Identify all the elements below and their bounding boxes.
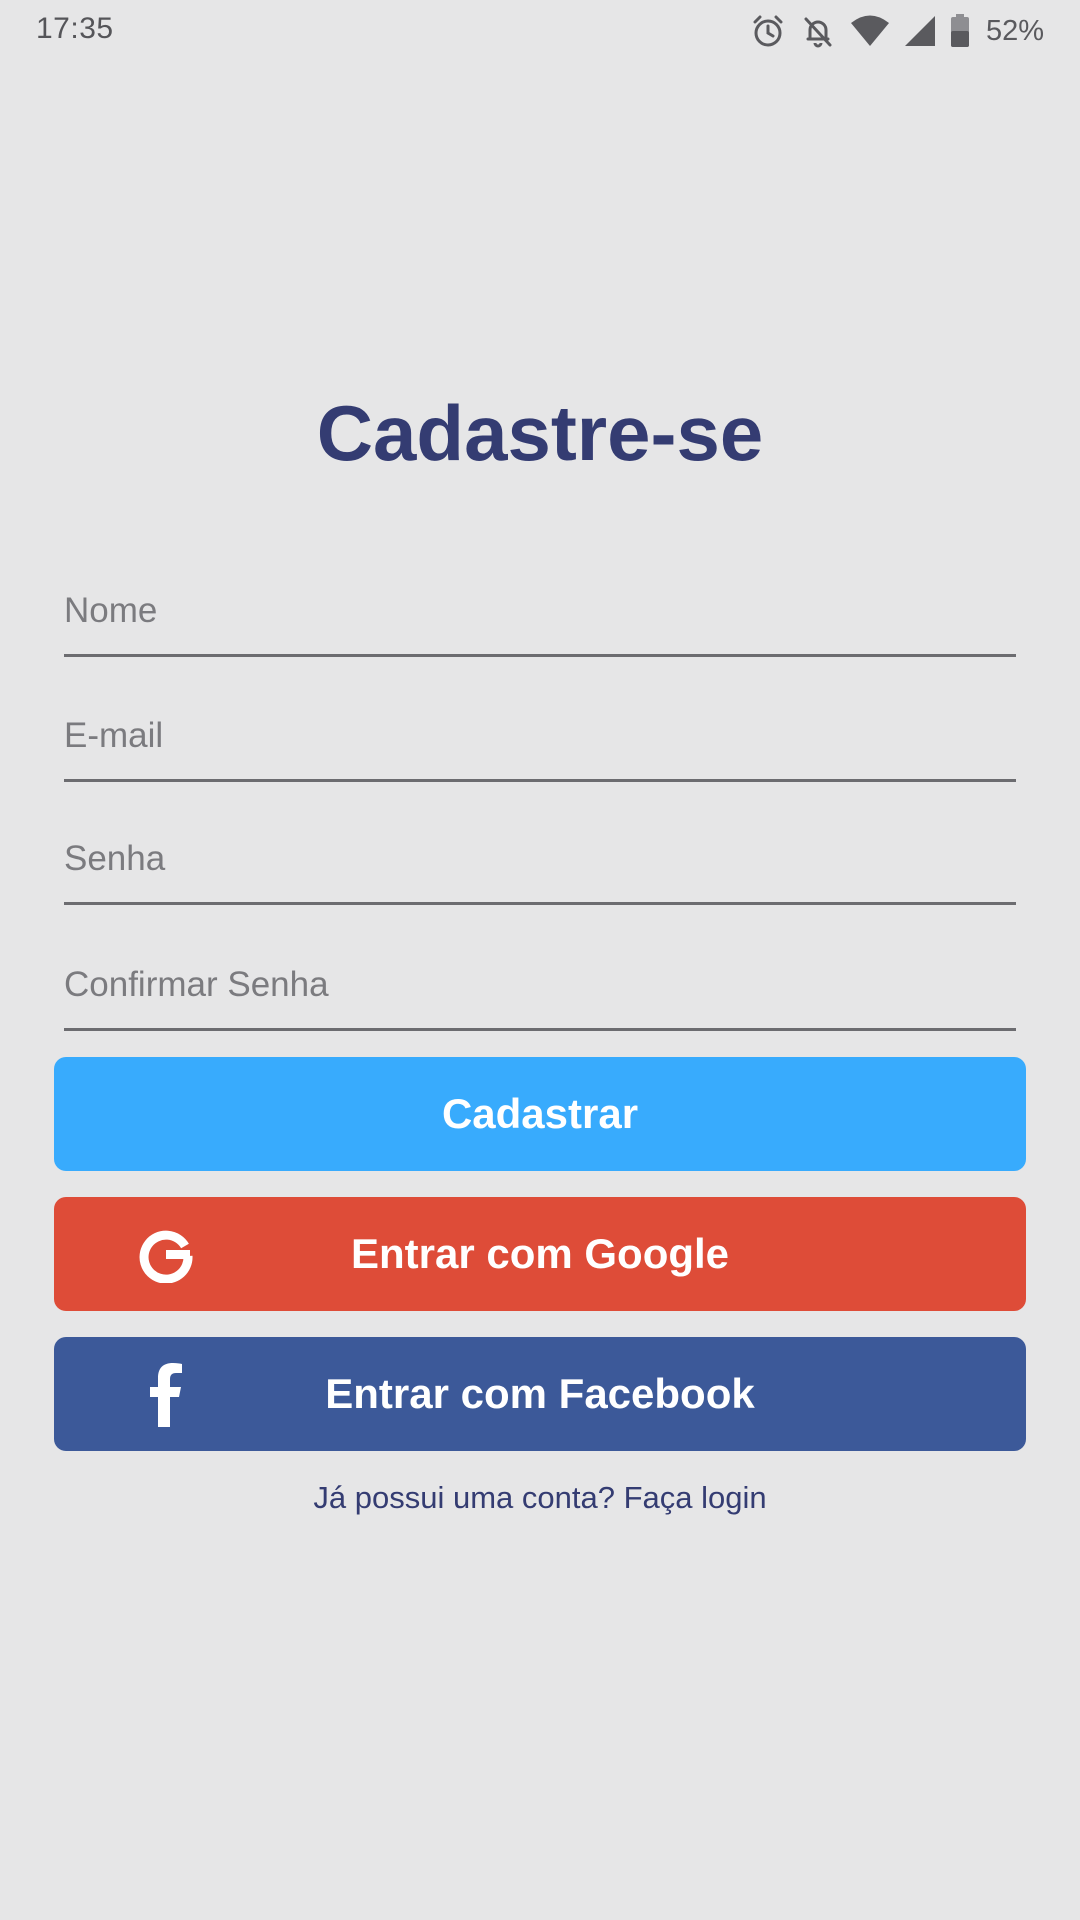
name-input[interactable]: [64, 575, 1016, 654]
email-field: [64, 700, 1016, 782]
facebook-button-label: Entrar com Facebook: [325, 1370, 755, 1417]
email-input[interactable]: [64, 700, 1016, 779]
status-bar: 17:35 52%: [0, 0, 1080, 62]
confirm-password-input[interactable]: [64, 949, 1016, 1028]
signal-icon: [904, 15, 936, 47]
page-title: Cadastre-se: [316, 389, 764, 477]
wifi-icon: [850, 14, 890, 48]
notifications-off-icon: [800, 13, 836, 49]
password-field: [64, 823, 1016, 905]
google-login-button[interactable]: Entrar com Google: [54, 1197, 1026, 1311]
name-field: [64, 575, 1016, 657]
status-time: 17:35: [36, 12, 114, 45]
battery-percent: 52%: [985, 14, 1044, 47]
register-button-label: Cadastrar: [441, 1090, 639, 1137]
battery-icon: [950, 14, 970, 48]
register-button[interactable]: Cadastrar: [54, 1057, 1026, 1171]
alarm-icon: [750, 13, 786, 49]
status-icons: 52%: [750, 12, 1044, 50]
confirm-password-field: [64, 949, 1016, 1031]
google-button-label: Entrar com Google: [350, 1230, 730, 1277]
facebook-icon: [134, 1362, 198, 1427]
facebook-login-button[interactable]: Entrar com Facebook: [54, 1337, 1026, 1451]
login-link[interactable]: Já possui uma conta? Faça login: [0, 1480, 1080, 1516]
password-input[interactable]: [64, 823, 1016, 902]
google-icon: [134, 1222, 198, 1286]
